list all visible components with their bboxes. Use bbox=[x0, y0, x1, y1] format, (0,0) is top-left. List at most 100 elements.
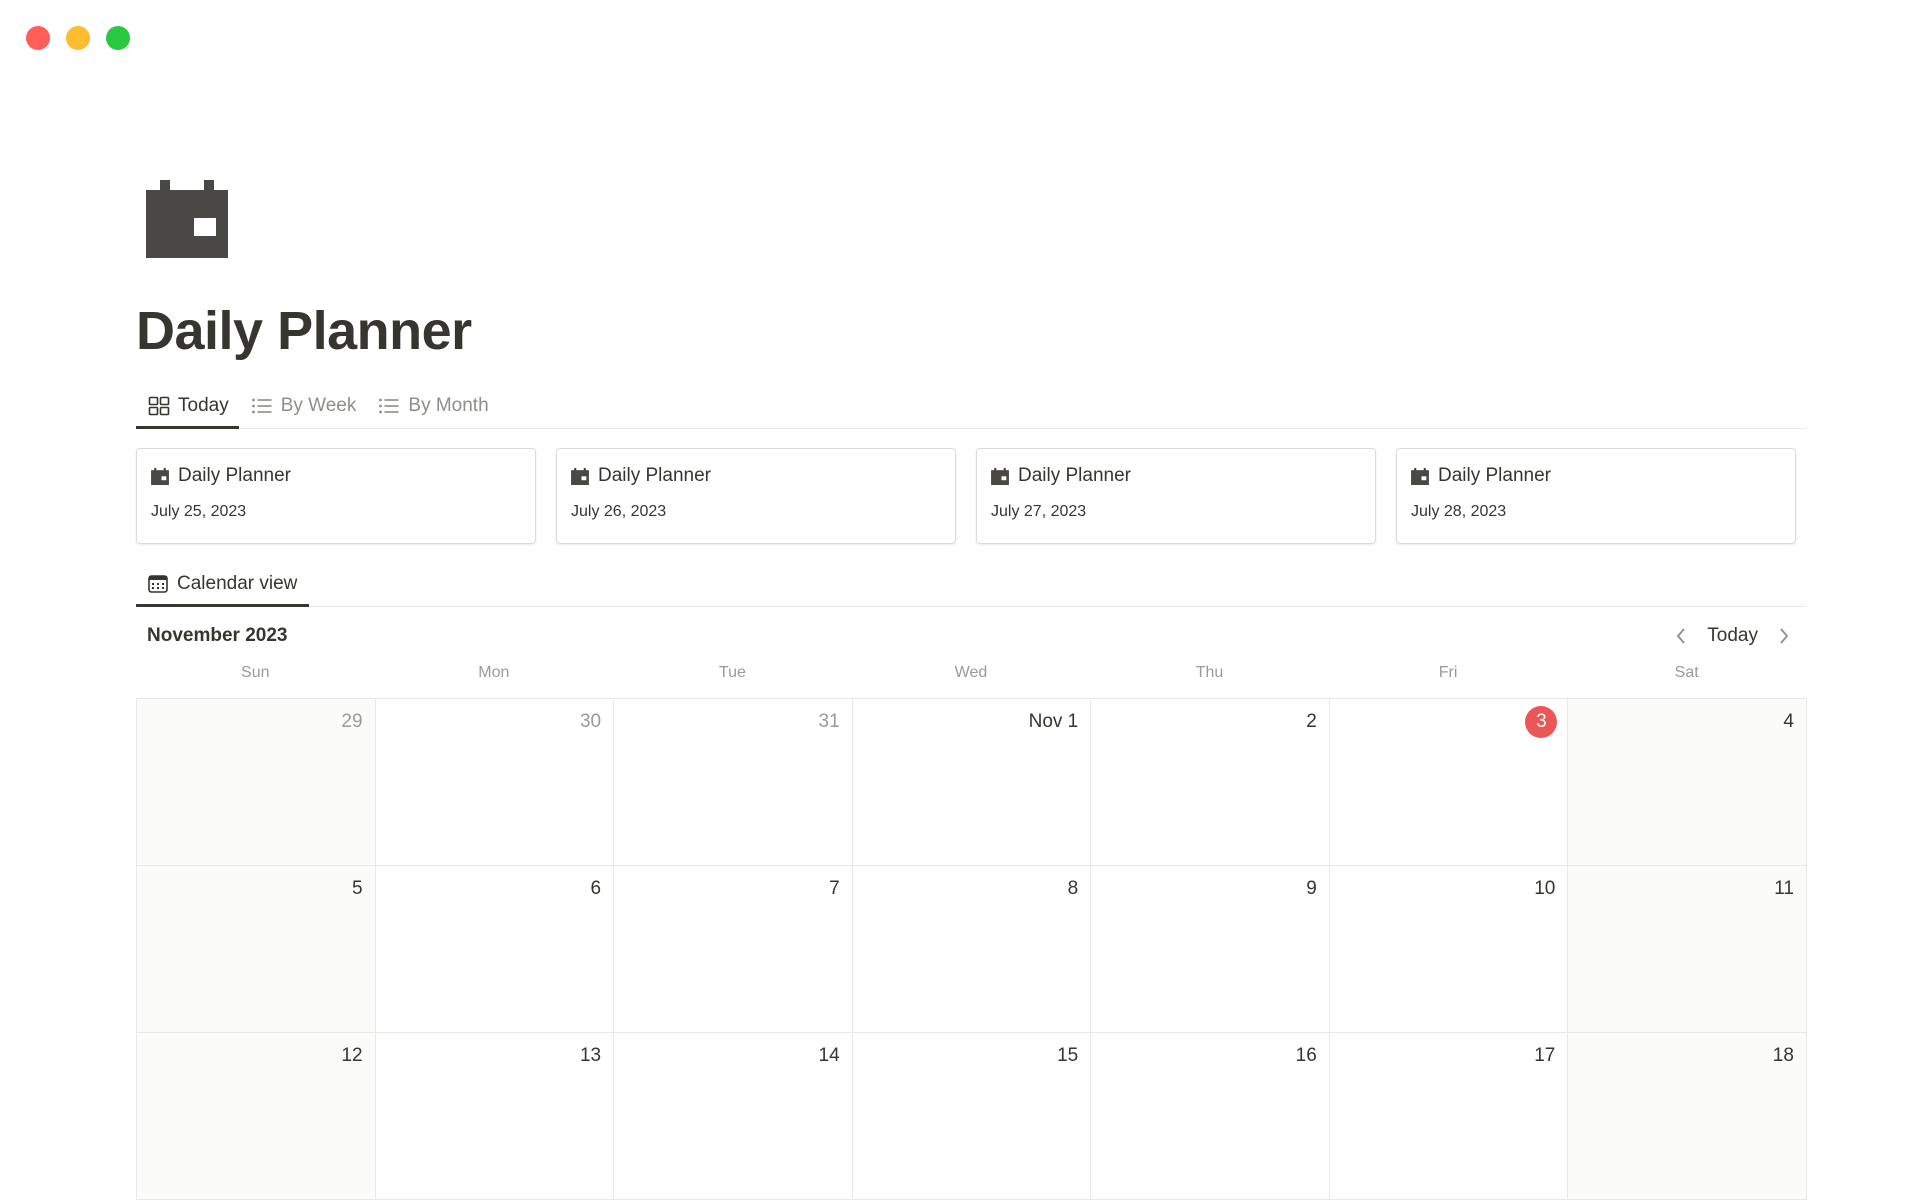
day-number: 16 bbox=[1295, 1045, 1317, 1066]
calendar-day[interactable]: 7 bbox=[614, 866, 853, 1033]
card-title-row: Daily Planner bbox=[571, 465, 941, 487]
day-number: 11 bbox=[1774, 878, 1794, 899]
day-number: 5 bbox=[351, 878, 363, 899]
day-number: 17 bbox=[1534, 1045, 1556, 1066]
calendar-day[interactable]: 4 bbox=[1568, 699, 1807, 866]
calendar-day-today[interactable]: 3 bbox=[1329, 699, 1569, 866]
day-number: 15 bbox=[1057, 1045, 1079, 1066]
calendar-day[interactable]: 8 bbox=[852, 866, 1092, 1033]
calendar-day[interactable]: 18 bbox=[1568, 1033, 1807, 1200]
calendar-day[interactable]: 15 bbox=[852, 1033, 1092, 1200]
calendar-day[interactable]: 5 bbox=[137, 866, 376, 1033]
calendar-day[interactable]: 9 bbox=[1091, 866, 1330, 1033]
weekday-label: Mon bbox=[478, 664, 510, 681]
close-window-button[interactable] bbox=[26, 26, 50, 50]
weekday-label: Sun bbox=[241, 664, 270, 681]
calendar-grid: 29 30 31 Nov 1 2 3 4 5 6 7 8 9 10 11 12 … bbox=[136, 698, 1807, 1200]
gallery-card[interactable]: Daily Planner July 26, 2023 bbox=[556, 448, 956, 544]
calendar-icon[interactable] bbox=[146, 180, 228, 258]
weekday-label: Fri bbox=[1438, 664, 1458, 681]
view-tabs: Today By Week By Month bbox=[136, 384, 1806, 429]
chevron-right-icon[interactable] bbox=[1772, 624, 1796, 648]
tab-label: Today bbox=[178, 395, 229, 416]
tab-today[interactable]: Today bbox=[136, 384, 239, 429]
window-controls bbox=[26, 26, 130, 50]
page-title[interactable]: Daily Planner bbox=[136, 296, 472, 366]
calendar-day[interactable]: 31 bbox=[614, 699, 853, 866]
calendar-view-tabs: Calendar view bbox=[136, 562, 1806, 607]
day-number: 10 bbox=[1534, 878, 1556, 899]
calendar-day[interactable]: 2 bbox=[1091, 699, 1330, 866]
card-title: Daily Planner bbox=[1438, 465, 1551, 486]
day-number: 12 bbox=[341, 1045, 363, 1066]
card-date: July 25, 2023 bbox=[151, 503, 247, 520]
calendar-header: November 2023 Today bbox=[136, 618, 1806, 654]
calendar-day[interactable]: 6 bbox=[375, 866, 615, 1033]
card-title-row: Daily Planner bbox=[151, 465, 521, 487]
day-number: Nov 1 bbox=[1028, 711, 1079, 732]
chevron-left-icon[interactable] bbox=[1669, 624, 1693, 648]
card-title: Daily Planner bbox=[1018, 465, 1131, 486]
card-title: Daily Planner bbox=[598, 465, 711, 486]
tab-by-month[interactable]: By Month bbox=[366, 384, 498, 428]
card-date: July 28, 2023 bbox=[1411, 503, 1507, 520]
calendar-day[interactable]: 17 bbox=[1329, 1033, 1569, 1200]
calendar-day[interactable]: 13 bbox=[375, 1033, 615, 1200]
card-title-row: Daily Planner bbox=[1411, 465, 1781, 487]
day-number: 8 bbox=[1067, 878, 1079, 899]
card-date: July 27, 2023 bbox=[991, 503, 1087, 520]
day-number: 6 bbox=[590, 878, 602, 899]
list-icon bbox=[251, 398, 272, 414]
minimize-window-button[interactable] bbox=[66, 26, 90, 50]
day-number: 2 bbox=[1306, 711, 1317, 732]
gallery-card[interactable]: Daily Planner July 25, 2023 bbox=[136, 448, 536, 544]
calendar-week: 29 30 31 Nov 1 2 3 4 bbox=[137, 699, 1807, 866]
gallery-card[interactable]: Daily Planner July 28, 2023 bbox=[1396, 448, 1796, 544]
day-number: 7 bbox=[829, 878, 840, 899]
weekday-label: Tue bbox=[718, 664, 746, 681]
gallery-card[interactable]: Daily Planner July 27, 2023 bbox=[976, 448, 1376, 544]
tab-by-week[interactable]: By Week bbox=[239, 384, 367, 428]
calendar-day[interactable]: Nov 1 bbox=[852, 699, 1092, 866]
month-label: November 2023 bbox=[147, 625, 288, 646]
calendar-day[interactable]: 30 bbox=[375, 699, 615, 866]
today-badge: 3 bbox=[1525, 706, 1558, 738]
weekday-label: Thu bbox=[1195, 664, 1224, 681]
day-number: 4 bbox=[1783, 711, 1794, 732]
tab-calendar-view[interactable]: Calendar view bbox=[136, 562, 310, 607]
list-icon bbox=[379, 398, 399, 414]
day-number: 14 bbox=[818, 1045, 840, 1066]
calendar-week: 12 13 14 15 16 17 18 bbox=[137, 1033, 1807, 1200]
tab-label: Calendar view bbox=[177, 573, 298, 594]
calendar-day[interactable]: 12 bbox=[137, 1033, 376, 1200]
card-title: Daily Planner bbox=[178, 465, 291, 486]
card-title-row: Daily Planner bbox=[991, 465, 1361, 487]
gallery-cards: Daily Planner July 25, 2023 Daily Planne… bbox=[136, 448, 1806, 544]
calendar-day[interactable]: 10 bbox=[1329, 866, 1569, 1033]
weekday-label: Sat bbox=[1674, 664, 1699, 681]
tab-label: By Month bbox=[408, 395, 489, 416]
day-number: 13 bbox=[579, 1045, 602, 1066]
calendar-day[interactable]: 16 bbox=[1091, 1033, 1330, 1200]
calendar-grid-icon bbox=[148, 575, 168, 593]
day-number: 18 bbox=[1772, 1045, 1794, 1066]
day-number: 29 bbox=[341, 711, 363, 732]
day-number: 31 bbox=[818, 711, 840, 732]
card-date: July 26, 2023 bbox=[571, 503, 667, 520]
gallery-icon bbox=[148, 396, 170, 416]
day-number: 30 bbox=[579, 711, 602, 732]
maximize-window-button[interactable] bbox=[106, 26, 130, 50]
calendar-day[interactable]: 14 bbox=[614, 1033, 853, 1200]
calendar-icon bbox=[571, 467, 589, 485]
calendar-icon bbox=[1411, 467, 1429, 485]
weekday-header: Sun Mon Tue Wed Thu Fri Sat bbox=[136, 664, 1806, 682]
calendar-icon bbox=[991, 467, 1009, 485]
weekday-label: Wed bbox=[954, 664, 988, 681]
day-number: 9 bbox=[1306, 878, 1317, 899]
calendar-day[interactable]: 29 bbox=[137, 699, 376, 866]
today-button[interactable]: Today bbox=[1707, 625, 1758, 647]
calendar-nav: Today bbox=[1669, 624, 1806, 648]
calendar-day[interactable]: 11 bbox=[1568, 866, 1807, 1033]
calendar-icon bbox=[151, 467, 169, 485]
calendar-week: 5 6 7 8 9 10 11 bbox=[137, 866, 1807, 1033]
